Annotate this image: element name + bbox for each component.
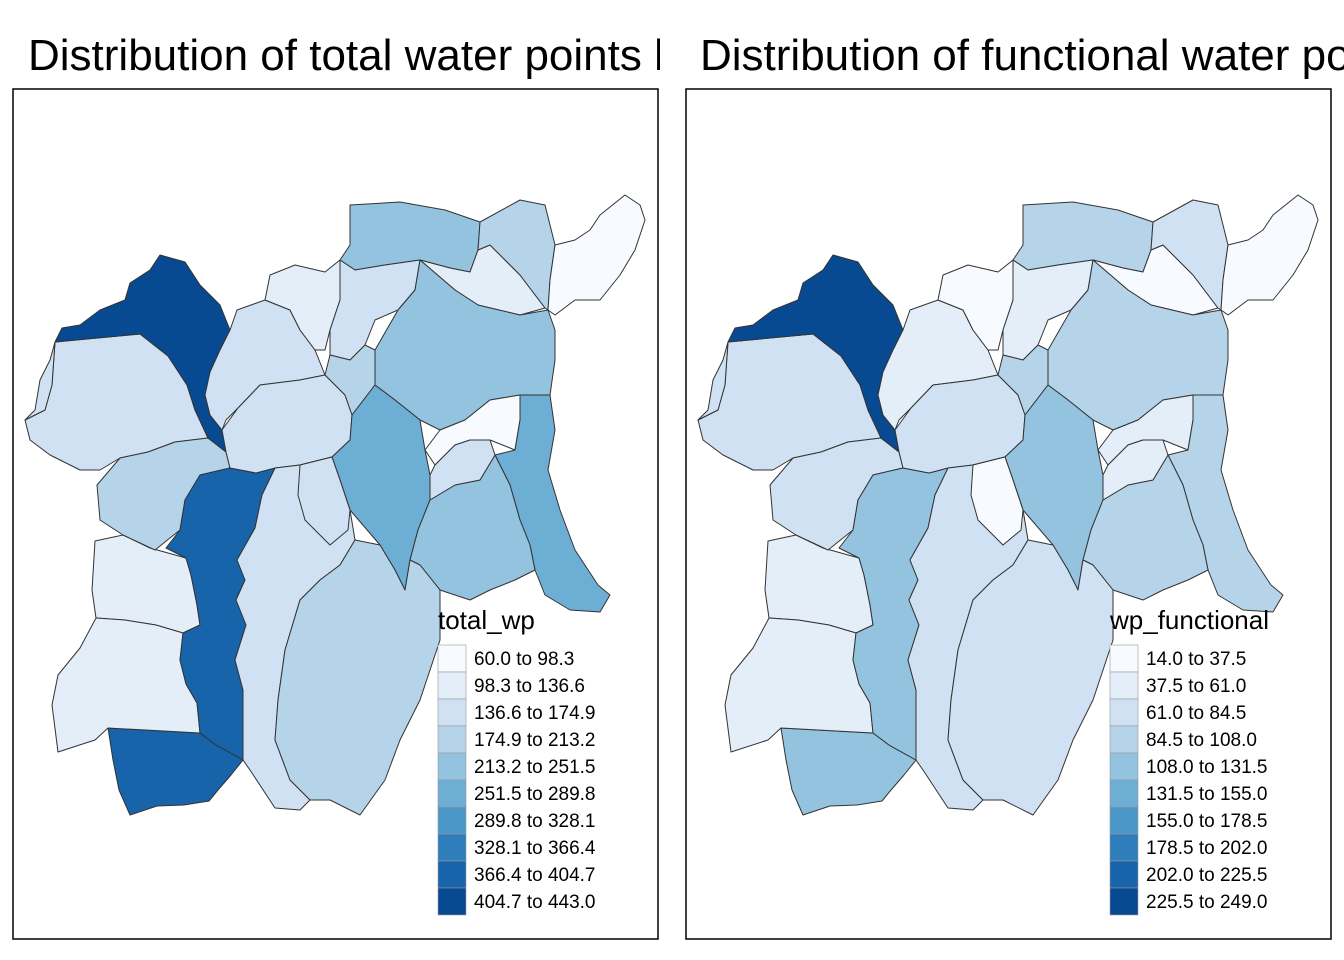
legend-title: wp_functional [1109,605,1269,635]
legend-swatch [1109,725,1139,754]
legend-label: 98.3 to 136.6 [474,676,585,697]
legend-swatch [437,860,467,889]
legend-label: 404.7 to 443.0 [474,892,596,913]
legend-label: 37.5 to 61.0 [1146,676,1246,697]
legend-swatch [1109,860,1139,889]
legend: wp_functional 14.0 to 37.5 37.5 to 61.0 61… [1109,605,1269,916]
legend-swatch [1109,806,1139,835]
legend-swatch [1109,752,1139,781]
legend-label: 108.0 to 131.5 [1146,757,1268,778]
legend-label: 251.5 to 289.8 [474,784,596,805]
legend-swatch [1109,671,1139,700]
choropleth-maps: total_wp 60.0 to 98.3 98.3 to 136.6 136.6 … [12,88,1332,940]
legend-label: 225.5 to 249.0 [1146,892,1268,913]
legend-label: 202.0 to 225.5 [1146,865,1268,886]
legend-label: 366.4 to 404.7 [474,865,596,886]
legend-label: 155.0 to 178.5 [1146,811,1268,832]
legend-label: 328.1 to 366.4 [474,838,596,859]
legend-title: total_wp [438,605,535,635]
legend-swatch [1109,644,1139,673]
legend-swatch [1109,779,1139,808]
legend-swatch [437,806,467,835]
legend-swatch [437,644,467,673]
legend-label: 174.9 to 213.2 [474,730,596,751]
legend-swatch [437,698,467,727]
legend-swatch [1109,887,1139,916]
legend-swatch [437,887,467,916]
legend-label: 131.5 to 155.0 [1146,784,1268,805]
legend-label: 178.5 to 202.0 [1146,838,1268,859]
legend-label: 213.2 to 251.5 [474,757,596,778]
legend-label: 60.0 to 98.3 [474,649,574,670]
legend-swatch [437,752,467,781]
map-panel-functional: wp_functional 14.0 to 37.5 37.5 to 61.0 61… [685,88,1332,940]
legend: total_wp 60.0 to 98.3 98.3 to 136.6 136.6 … [437,605,596,916]
legend-label: 61.0 to 84.5 [1146,703,1246,724]
legend-swatch [437,725,467,754]
legend-label: 84.5 to 108.0 [1146,730,1257,751]
legend-swatch [1109,833,1139,862]
legend-swatch [437,671,467,700]
legend-label: 136.6 to 174.9 [474,703,596,724]
legend-label: 289.8 to 328.1 [474,811,596,832]
legend-swatch [437,779,467,808]
legend-swatch [437,833,467,862]
legend-label: 14.0 to 37.5 [1146,649,1246,670]
map-panel-total: total_wp 60.0 to 98.3 98.3 to 136.6 136.6 … [12,88,659,940]
legend-swatch [1109,698,1139,727]
